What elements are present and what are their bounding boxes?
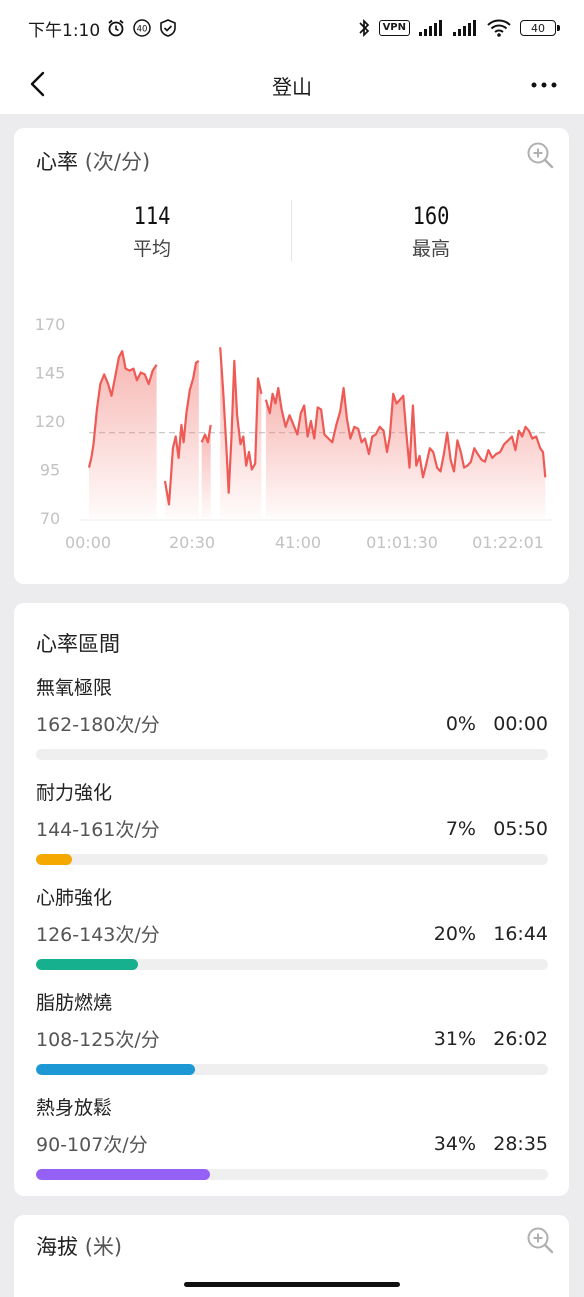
x-tick-label: 00:00 <box>65 533 111 552</box>
altitude-title: 海拔 (米) <box>36 1231 122 1261</box>
x-tick-label: 01:01:30 <box>366 533 438 552</box>
zone-item: 熱身放鬆 90-107次/分 34% 28:35 <box>36 1093 548 1180</box>
zone-range: 126-143次/分 <box>36 924 160 946</box>
zone-range: 162-180次/分 <box>36 714 160 736</box>
zone-item: 耐力強化 144-161次/分 7% 05:50 <box>36 778 548 865</box>
more-icon <box>531 82 557 88</box>
signal-icon <box>418 19 444 37</box>
zone-percent: 31% <box>433 1027 476 1050</box>
zone-detail-row: 90-107次/分 34% 28:35 <box>36 1130 548 1157</box>
zone-percent: 34% <box>433 1132 476 1155</box>
zone-percent: 20% <box>433 922 476 945</box>
altitude-title-text: 海拔 <box>36 1235 78 1259</box>
heart-rate-card: 心率 (次/分) 114 平均 160 最高 170 145 120 95 70 00:0… <box>14 128 569 584</box>
zone-duration: 26:02 <box>493 1027 548 1050</box>
shield-check-icon <box>158 18 178 38</box>
zone-progress-track <box>36 1064 548 1075</box>
y-tick-label: 170 <box>35 315 66 334</box>
zone-progress-track <box>36 854 548 865</box>
back-button[interactable] <box>20 66 56 102</box>
status-time: 下午1:10 <box>28 20 101 41</box>
x-tick-label: 41:00 <box>275 533 321 552</box>
heart-rate-zones-card: 心率區間 無氧極限 162-180次/分 0% 00:00 耐力強化 144-161次/分… <box>14 603 569 1196</box>
notification-badge-icon: 40 <box>132 18 152 38</box>
zone-progress-fill <box>36 1064 195 1075</box>
zone-progress-track <box>36 959 548 970</box>
zone-progress-fill <box>36 1169 211 1180</box>
zone-duration: 16:44 <box>493 922 548 945</box>
heart-rate-area <box>265 388 546 518</box>
zone-detail-row: 126-143次/分 20% 16:44 <box>36 920 548 947</box>
heart-rate-title-text: 心率 <box>36 150 78 174</box>
max-heart-rate: 160 最高 <box>331 202 531 261</box>
altitude-unit: (米) <box>84 1235 123 1259</box>
zone-range: 90-107次/分 <box>36 1134 148 1156</box>
battery-level: 40 <box>531 21 545 35</box>
heart-rate-chart[interactable]: 170 145 120 95 70 00:00 20:30 41:00 01:01:30 01:2… <box>14 298 569 568</box>
zone-item: 脂肪燃燒 108-125次/分 31% 26:02 <box>36 988 548 1075</box>
home-indicator[interactable] <box>184 1282 400 1287</box>
notification-badge-text: 40 <box>137 25 148 35</box>
zone-detail-row: 108-125次/分 31% 26:02 <box>36 1025 548 1052</box>
vpn-indicator: VPN <box>378 20 410 36</box>
zone-name: 脂肪燃燒 <box>36 992 113 1014</box>
page-title: 登山 <box>272 74 312 99</box>
zone-name: 無氧極限 <box>36 677 113 699</box>
y-tick-label: 95 <box>40 461 60 480</box>
zone-progress-track <box>36 1169 548 1180</box>
x-tick-label: 20:30 <box>169 533 215 552</box>
avg-heart-rate-label: 平均 <box>132 238 171 260</box>
max-heart-rate-value: 160 <box>412 202 450 230</box>
heart-rate-title: 心率 (次/分) <box>36 146 150 176</box>
zone-percent: 7% <box>445 817 476 840</box>
zone-range: 144-161次/分 <box>36 819 160 841</box>
zone-duration: 00:00 <box>493 712 548 735</box>
zone-item: 無氧極限 162-180次/分 0% 00:00 <box>36 673 548 760</box>
y-tick-label: 70 <box>40 509 60 528</box>
zone-duration: 05:50 <box>493 817 548 840</box>
alarm-icon <box>106 18 126 38</box>
bluetooth-icon <box>357 18 371 38</box>
status-bar: 下午1:10 40 VPN 40 <box>0 0 584 56</box>
zoom-in-button[interactable] <box>525 1225 555 1255</box>
x-tick-label: 01:22:01 <box>472 533 544 552</box>
zone-percent: 0% <box>445 712 476 735</box>
zone-progress-track <box>36 749 548 760</box>
zone-item: 心肺強化 126-143次/分 20% 16:44 <box>36 883 548 970</box>
battery-icon: 40 <box>520 20 560 36</box>
zone-name: 熱身放鬆 <box>36 1097 113 1119</box>
zones-title: 心率區間 <box>36 632 120 656</box>
avg-heart-rate-value: 114 <box>133 202 171 230</box>
heart-rate-line <box>200 424 212 444</box>
zoom-in-icon <box>527 142 554 169</box>
zoom-in-icon <box>527 1227 554 1254</box>
zone-progress-fill <box>36 959 139 970</box>
y-tick-label: 120 <box>35 412 66 431</box>
zone-progress-fill <box>36 854 72 865</box>
max-heart-rate-label: 最高 <box>411 238 450 260</box>
zone-range: 108-125次/分 <box>36 1029 160 1051</box>
avg-heart-rate: 114 平均 <box>52 202 252 261</box>
zone-name: 心肺強化 <box>36 887 113 909</box>
y-tick-label: 145 <box>35 364 66 383</box>
more-button[interactable] <box>524 68 564 102</box>
zone-detail-row: 144-161次/分 7% 05:50 <box>36 815 548 842</box>
back-arrow-icon <box>30 71 45 97</box>
zone-duration: 28:35 <box>493 1132 548 1155</box>
signal-icon <box>452 19 478 37</box>
heart-rate-unit: (次/分) <box>84 150 151 174</box>
wifi-icon <box>486 18 512 38</box>
zone-detail-row: 162-180次/分 0% 00:00 <box>36 710 548 737</box>
zoom-in-button[interactable] <box>525 140 555 170</box>
nav-bar: 登山 <box>0 56 584 114</box>
zone-name: 耐力強化 <box>36 782 113 804</box>
stat-divider <box>291 200 292 262</box>
